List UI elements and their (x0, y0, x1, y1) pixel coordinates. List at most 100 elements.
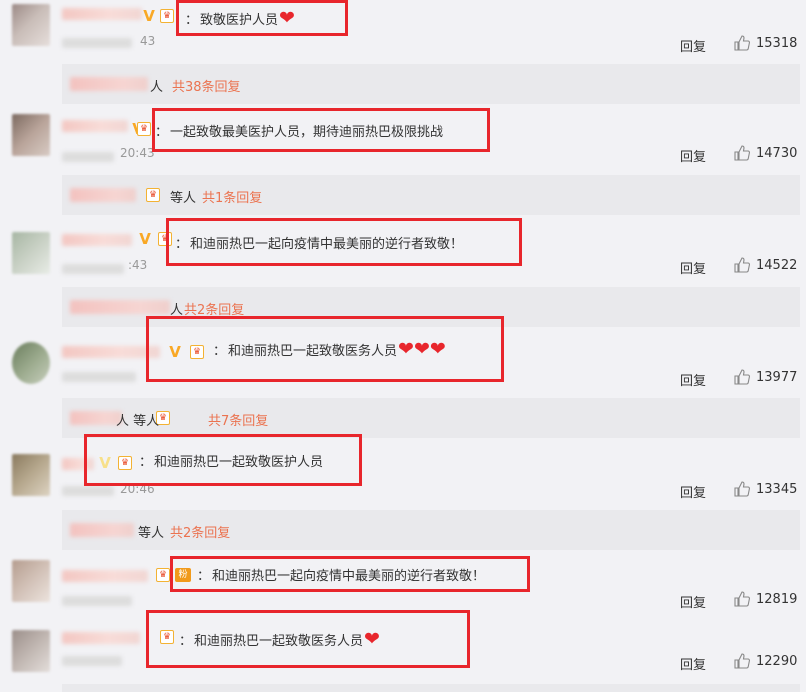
crown-badge-icon: ♛ (160, 9, 174, 23)
colon: ： (213, 343, 227, 359)
like-count: 13345 (756, 481, 798, 497)
sub-reply-bar[interactable]: 等人 共2条回复 (62, 510, 800, 550)
sub-reply-count[interactable]: 共38条回复 (172, 76, 241, 95)
like-button[interactable]: 12290 (734, 653, 797, 669)
sub-reply-users-blurred (70, 411, 122, 425)
time-blurred (62, 596, 132, 606)
like-count: 14522 (756, 257, 798, 273)
comment-text: 和迪丽热巴一起向疫情中最美丽的逆行者致敬！ (190, 236, 464, 252)
crown-badge-icon: ♛ (156, 568, 170, 582)
thumbs-up-icon (734, 257, 750, 273)
thumbs-up-icon (734, 481, 750, 497)
heart-emoji-icon: ❤❤❤ (398, 337, 446, 360)
heart-emoji-icon: ❤ (279, 6, 295, 29)
like-count: 12819 (756, 591, 798, 607)
colon: ： (155, 124, 169, 140)
sub-reply-people: 人 (150, 80, 164, 95)
sub-reply-users-blurred (70, 77, 148, 91)
username-blurred[interactable] (62, 8, 142, 20)
avatar[interactable] (12, 454, 50, 496)
username-blurred[interactable] (62, 120, 128, 132)
comment-text: 致敬医护人员 (200, 12, 279, 28)
sub-reply-count[interactable]: 共7条回复 (208, 410, 268, 429)
sub-reply-bar-partial[interactable] (62, 684, 800, 692)
comment-1: V ♛ 43 ： 致敬医护人员 ❤ 回复 15318 (0, 0, 806, 60)
comment-7: ♛ ： 和迪丽热巴一起致敬医务人员 ❤ 回复 12290 (0, 610, 806, 673)
username-blurred[interactable] (62, 632, 140, 644)
sub-reply-users-blurred (70, 300, 170, 314)
comment-time: 43 (140, 34, 156, 48)
like-count: 12290 (756, 653, 798, 669)
time-blurred (62, 656, 122, 666)
sub-reply-bar[interactable]: ♛ 等人 共1条回复 (62, 175, 800, 215)
avatar[interactable] (12, 232, 50, 274)
comment-text-highlight: ： 和迪丽热巴一起致敬医务人员 ❤❤❤ (146, 316, 504, 382)
like-button[interactable]: 14730 (734, 145, 797, 161)
crown-badge-icon: ♛ (146, 188, 160, 202)
colon: ： (139, 454, 153, 470)
comment-text: 一起致敬最美医护人员，期待迪丽热巴极限挑战 (170, 124, 444, 140)
thumbs-up-icon (734, 145, 750, 161)
comment-text-highlight: ： 一起致敬最美医护人员，期待迪丽热巴极限挑战 (152, 108, 490, 152)
comment-2: V ♛ 20:43 ： 一起致敬最美医护人员，期待迪丽热巴极限挑战 回复 147… (0, 108, 806, 172)
comment-5: V ♛ 20:46 ： 和迪丽热巴一起致敬医护人员 回复 13345 (0, 434, 806, 501)
comment-text: 和迪丽热巴一起致敬医务人员 (228, 343, 398, 359)
comment-text: 和迪丽热巴一起向疫情中最美丽的逆行者致敬！ (212, 568, 486, 584)
sub-reply-people: 等人 (170, 191, 197, 206)
comment-time: :43 (128, 258, 148, 272)
sub-reply-people: 人 等人 (116, 414, 160, 429)
like-button[interactable]: 14522 (734, 257, 797, 273)
thumbs-up-icon (734, 35, 750, 51)
avatar[interactable] (12, 114, 50, 156)
time-blurred (62, 152, 114, 162)
reply-button[interactable]: 回复 (680, 258, 706, 277)
comment-text-highlight: ： 和迪丽热巴一起致敬医护人员 (84, 434, 362, 486)
avatar[interactable] (12, 4, 50, 46)
comment-text-highlight: ： 和迪丽热巴一起向疫情中最美丽的逆行者致敬！ (166, 218, 522, 266)
comment-4: V ♛ ： 和迪丽热巴一起致敬医务人员 ❤❤❤ 回复 13977 (0, 316, 806, 389)
sub-reply-bar[interactable]: 人 共38条回复 (62, 64, 800, 104)
like-button[interactable]: 12819 (734, 591, 797, 607)
like-count: 15318 (756, 35, 798, 51)
crown-badge-icon: ♛ (137, 122, 151, 136)
sub-reply-bar[interactable]: ♛ 人 等人 共7条回复 (62, 398, 800, 438)
verified-v-icon: V (143, 7, 155, 25)
reply-button[interactable]: 回复 (680, 36, 706, 55)
avatar[interactable] (12, 560, 50, 602)
colon: ： (185, 12, 199, 28)
username-blurred[interactable] (62, 570, 148, 582)
like-count: 13977 (756, 369, 798, 385)
verified-v-icon: V (139, 230, 151, 248)
reply-button[interactable]: 回复 (680, 482, 706, 501)
time-blurred (62, 264, 124, 274)
comment-text: 和迪丽热巴一起致敬医护人员 (154, 454, 324, 470)
reply-button[interactable]: 回复 (680, 654, 706, 673)
comment-3: V ♛ :43 ： 和迪丽热巴一起向疫情中最美丽的逆行者致敬！ 回复 14522 (0, 218, 806, 277)
reply-button[interactable]: 回复 (680, 370, 706, 389)
comment-6: ♛ 粉 ： 和迪丽热巴一起向疫情中最美丽的逆行者致敬！ 回复 12819 (0, 556, 806, 611)
like-button[interactable]: 15318 (734, 35, 797, 51)
like-button[interactable]: 13977 (734, 369, 797, 385)
reply-button[interactable]: 回复 (680, 146, 706, 165)
colon: ： (197, 568, 211, 584)
like-count: 14730 (756, 145, 798, 161)
thumbs-up-icon (734, 653, 750, 669)
sub-reply-count[interactable]: 共1条回复 (202, 187, 262, 206)
colon: ： (175, 236, 189, 252)
sub-reply-count[interactable]: 共2条回复 (170, 522, 230, 541)
time-blurred (62, 372, 136, 382)
reply-button[interactable]: 回复 (680, 592, 706, 611)
username-blurred[interactable] (62, 234, 132, 246)
thumbs-up-icon (734, 369, 750, 385)
comment-text-highlight: ： 和迪丽热巴一起致敬医务人员 ❤ (146, 610, 470, 668)
time-blurred (62, 486, 114, 496)
comment-time: 20:43 (120, 146, 155, 160)
like-button[interactable]: 13345 (734, 481, 797, 497)
sub-reply-people: 等人 (138, 526, 165, 541)
avatar[interactable] (12, 630, 50, 672)
colon: ： (179, 633, 193, 649)
avatar[interactable] (12, 342, 50, 384)
comment-text-highlight: ： 致敬医护人员 ❤ (176, 0, 348, 36)
comment-text-highlight: ： 和迪丽热巴一起向疫情中最美丽的逆行者致敬！ (170, 556, 530, 592)
sub-reply-users-blurred (70, 523, 134, 537)
